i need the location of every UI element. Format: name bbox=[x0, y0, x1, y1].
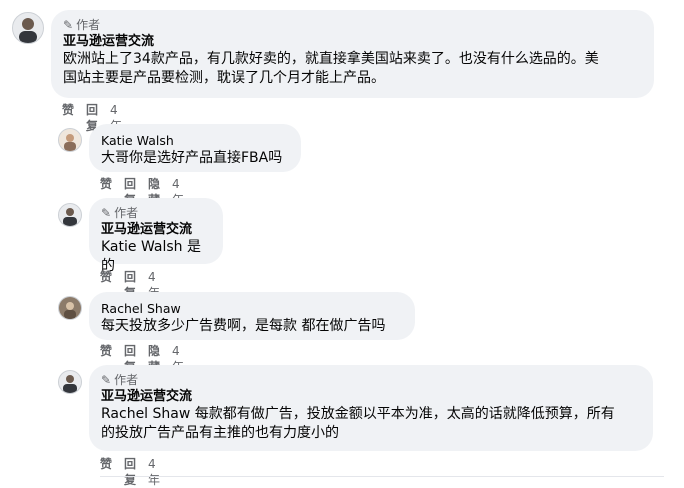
comment-text-line: 欧洲站上了34款产品，有几款好卖的，就直接拿美国站来卖了。也没有什么选品的。美 bbox=[63, 51, 599, 67]
user-avatar[interactable] bbox=[58, 296, 82, 320]
comment-text-line: 大哥你是选好产品直接FBA吗 bbox=[101, 150, 283, 166]
author-avatar[interactable] bbox=[58, 203, 82, 227]
comment-bubble: Katie Walsh 大哥你是选好产品直接FBA吗 bbox=[89, 124, 301, 172]
user-avatar[interactable] bbox=[58, 128, 82, 152]
author-badge: ✎ 作者 bbox=[101, 206, 139, 220]
pencil-icon: ✎ bbox=[101, 206, 112, 220]
author-badge: ✎ 作者 bbox=[63, 18, 101, 32]
divider bbox=[100, 476, 664, 477]
comment-author-name[interactable]: 亚马逊运营交流 bbox=[63, 33, 642, 50]
author-badge: ✎ 作者 bbox=[101, 373, 139, 387]
pencil-icon: ✎ bbox=[101, 373, 112, 387]
comment-actions: 赞 回复 4年 bbox=[100, 456, 160, 488]
comment-bubble: Rachel Shaw 每天投放多少广告费啊，是每款 都在做广告吗 bbox=[89, 292, 415, 340]
timestamp[interactable]: 4年 bbox=[148, 456, 160, 488]
comment-author-name[interactable]: 亚马逊运营交流 bbox=[101, 388, 641, 405]
comment-text-line: 每天投放多少广告费啊，是每款 都在做广告吗 bbox=[101, 318, 386, 334]
comment-text-line: 国站主要是产品要检测，耽误了几个月才能上产品。 bbox=[63, 70, 385, 86]
author-avatar[interactable] bbox=[12, 12, 44, 44]
comment-author-name[interactable]: Katie Walsh bbox=[101, 132, 289, 149]
author-avatar[interactable] bbox=[58, 370, 82, 394]
reply-button[interactable]: 回复 bbox=[124, 456, 136, 488]
comment-bubble: ✎ 作者 亚马逊运营交流 欧洲站上了34款产品，有几款好卖的，就直接拿美国站来卖了… bbox=[51, 10, 654, 98]
comment-author-name[interactable]: 亚马逊运营交流 bbox=[101, 221, 211, 238]
comment-author-name[interactable]: Rachel Shaw bbox=[101, 300, 403, 317]
like-button[interactable]: 赞 bbox=[100, 456, 112, 488]
comment-text-line: 的投放广告产品有主推的也有力度小的 bbox=[101, 425, 339, 441]
comment-bubble: ✎ 作者 亚马逊运营交流 Katie Walsh 是的 bbox=[89, 198, 223, 274]
pencil-icon: ✎ bbox=[63, 18, 74, 32]
comment-text-line: Rachel Shaw 每款都有做广告，投放金额以平本为准，太高的话就降低预算，… bbox=[101, 406, 615, 422]
comment-bubble: ✎ 作者 亚马逊运营交流 Rachel Shaw 每款都有做广告，投放金额以平本为… bbox=[89, 365, 653, 451]
